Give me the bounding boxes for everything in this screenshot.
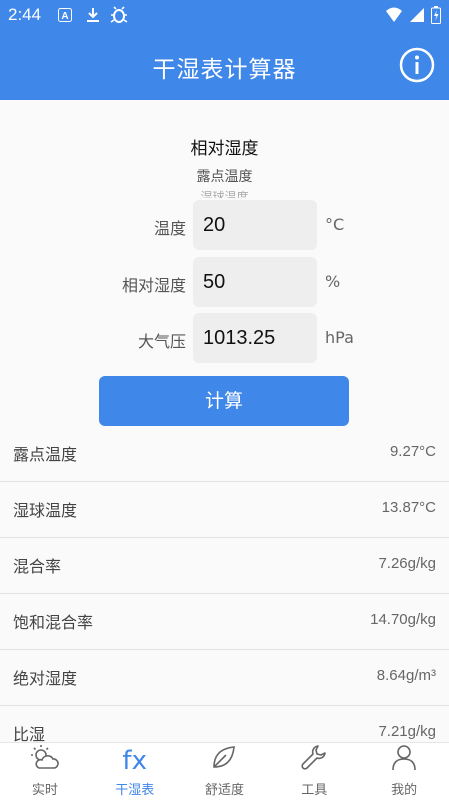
tab-profile[interactable]: 我的 <box>359 743 449 800</box>
calculator-content: 相对湿度 露点温度 湿球温度 温度 20 °C 相对湿度 50 % 大气压 10… <box>0 100 449 742</box>
app-title: 干湿表计算器 <box>152 57 297 83</box>
humidity-unit: % <box>325 272 341 291</box>
result-label: 比湿 <box>13 725 46 742</box>
info-icon[interactable] <box>399 47 435 83</box>
result-value: 13.87°C <box>381 499 436 516</box>
tab-tools[interactable]: 工具 <box>269 743 359 800</box>
result-value: 8.64g/m³ <box>376 667 436 684</box>
result-value: 7.26g/kg <box>378 555 436 572</box>
result-label: 绝对湿度 <box>13 669 78 688</box>
pressure-label: 大气压 <box>137 332 186 351</box>
result-label: 湿球温度 <box>13 501 78 520</box>
result-row: 露点温度 9.27°C <box>0 426 449 482</box>
status-time: 2:44 <box>8 5 42 24</box>
wrench-icon <box>300 743 328 775</box>
tab-realtime[interactable]: 实时 <box>0 743 90 800</box>
tab-psychrometer[interactable]: fx 干湿表 <box>90 743 180 800</box>
app-bar: 干湿表计算器 <box>0 30 449 100</box>
picker-option[interactable]: 露点温度 <box>0 166 449 186</box>
result-label: 饱和混合率 <box>13 613 94 632</box>
result-value: 7.21g/kg <box>378 723 436 740</box>
weather-icon <box>30 743 60 775</box>
bug-icon <box>110 6 128 24</box>
signal-icon <box>409 7 425 27</box>
leaf-icon <box>210 743 238 775</box>
temperature-label: 温度 <box>153 219 186 238</box>
status-bar: 2:44 A <box>0 0 449 30</box>
input-row-humidity: 相对湿度 50 % <box>0 257 449 307</box>
picker-selected[interactable]: 相对湿度 <box>0 134 449 159</box>
fx-icon: fx <box>122 746 147 776</box>
result-label: 混合率 <box>13 557 62 576</box>
input-row-temperature: 温度 20 °C <box>0 200 449 250</box>
temperature-unit: °C <box>325 215 345 234</box>
result-row: 混合率 7.26g/kg <box>0 538 449 594</box>
result-row: 湿球温度 13.87°C <box>0 482 449 538</box>
input-row-pressure: 大气压 1013.25 hPa <box>0 313 449 363</box>
temperature-input[interactable]: 20 <box>193 200 317 250</box>
download-icon <box>84 6 102 24</box>
result-value: 14.70g/kg <box>370 611 436 628</box>
svg-text:A: A <box>61 11 68 22</box>
result-row: 绝对湿度 8.64g/m³ <box>0 650 449 706</box>
pressure-unit: hPa <box>325 328 354 347</box>
result-label: 露点温度 <box>13 445 78 464</box>
picker-option[interactable]: 湿球温度 <box>0 188 449 198</box>
result-row: 饱和混合率 14.70g/kg <box>0 594 449 650</box>
calc-type-picker[interactable]: 相对湿度 露点温度 湿球温度 <box>0 134 449 198</box>
result-value: 9.27°C <box>389 443 436 460</box>
tab-label: 我的 <box>391 783 418 798</box>
result-row: 比湿 7.21g/kg <box>0 706 449 742</box>
person-icon <box>390 743 418 775</box>
notification-a-icon: A <box>56 6 74 24</box>
tab-label: 实时 <box>31 783 58 798</box>
wifi-icon <box>385 7 403 27</box>
results-list: 露点温度 9.27°C 湿球温度 13.87°C 混合率 7.26g/kg 饱和… <box>0 426 449 742</box>
battery-icon <box>431 6 441 28</box>
humidity-input[interactable]: 50 <box>193 257 317 307</box>
tab-label: 工具 <box>301 783 328 798</box>
tab-comfort[interactable]: 舒适度 <box>180 743 270 800</box>
humidity-label: 相对湿度 <box>121 276 186 295</box>
tab-label: 舒适度 <box>204 783 244 798</box>
tab-label: 干湿表 <box>115 783 155 798</box>
calculate-button[interactable]: 计算 <box>99 376 349 426</box>
bottom-tab-bar: 实时 fx 干湿表 舒适度 工具 我的 <box>0 742 449 800</box>
pressure-input[interactable]: 1013.25 <box>193 313 317 363</box>
